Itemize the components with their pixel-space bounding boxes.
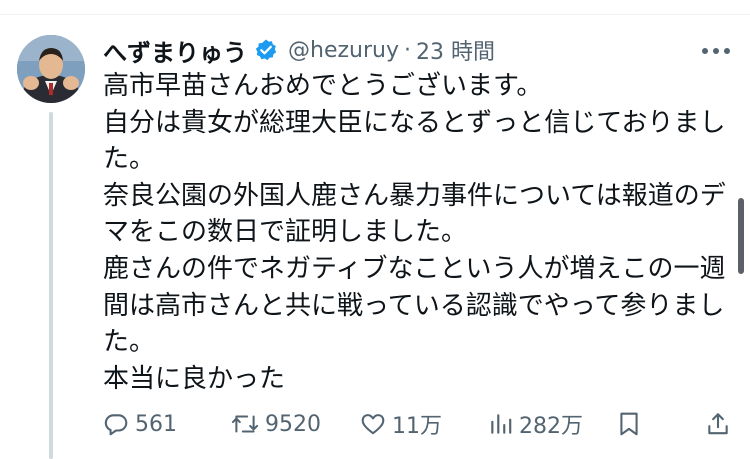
separator-dot: ·	[403, 37, 411, 63]
bookmark-icon	[620, 412, 638, 436]
retweet-icon	[231, 415, 259, 433]
tweet-paragraph: 本当に良かった	[103, 363, 286, 394]
display-name[interactable]: へずまりゅう	[103, 33, 247, 68]
tweet-header: へずまりゅう @hezuruy · 23 時間	[103, 30, 495, 70]
tweet-paragraph: 鹿さんの件でネガティブなこという人が増えこの一週間は高市さんと共に戦っている認識…	[103, 253, 726, 358]
like-button[interactable]: 11万	[360, 404, 442, 444]
share-button[interactable]	[706, 404, 730, 444]
tweet-page: へずまりゅう @hezuruy · 23 時間 高市早苗さんおめでとうございます…	[0, 0, 750, 459]
avatar[interactable]	[17, 35, 85, 103]
reply-count: 561	[135, 411, 177, 437]
tweet-paragraph: 自分は貴女が総理大臣になるとずっと信じておりました。	[103, 107, 726, 175]
tweet-paragraph: 奈良公園の外国人鹿さん暴力事件については報道のデマをこの数日で証明しました。	[103, 180, 726, 248]
bookmark-button[interactable]	[617, 404, 641, 444]
views-button[interactable]: 282万	[489, 404, 583, 444]
action-bar: 561 9520 11万 282万	[103, 404, 743, 444]
retweet-count: 9520	[265, 411, 321, 437]
share-icon	[708, 413, 728, 435]
retweet-button[interactable]: 9520	[231, 404, 321, 444]
timestamp[interactable]: 23 時間	[416, 34, 495, 66]
tweet-text: 高市早苗さんおめでとうございます。 自分は貴女が総理大臣になるとずっと信じており…	[103, 68, 739, 397]
views-icon	[491, 414, 512, 434]
tweet-paragraph: 高市早苗さんおめでとうございます。	[103, 71, 543, 101]
reply-button[interactable]: 561	[103, 404, 177, 444]
heart-icon	[361, 414, 385, 435]
more-icon[interactable]	[696, 36, 736, 66]
like-count: 11万	[392, 414, 442, 439]
verified-badge-icon[interactable]	[254, 38, 278, 62]
thread-line	[49, 112, 53, 459]
user-handle[interactable]: @hezuruy	[288, 38, 399, 63]
top-divider	[0, 14, 750, 15]
views-count: 282万	[519, 414, 583, 439]
reply-icon	[104, 414, 128, 436]
scrollbar[interactable]	[738, 198, 744, 274]
